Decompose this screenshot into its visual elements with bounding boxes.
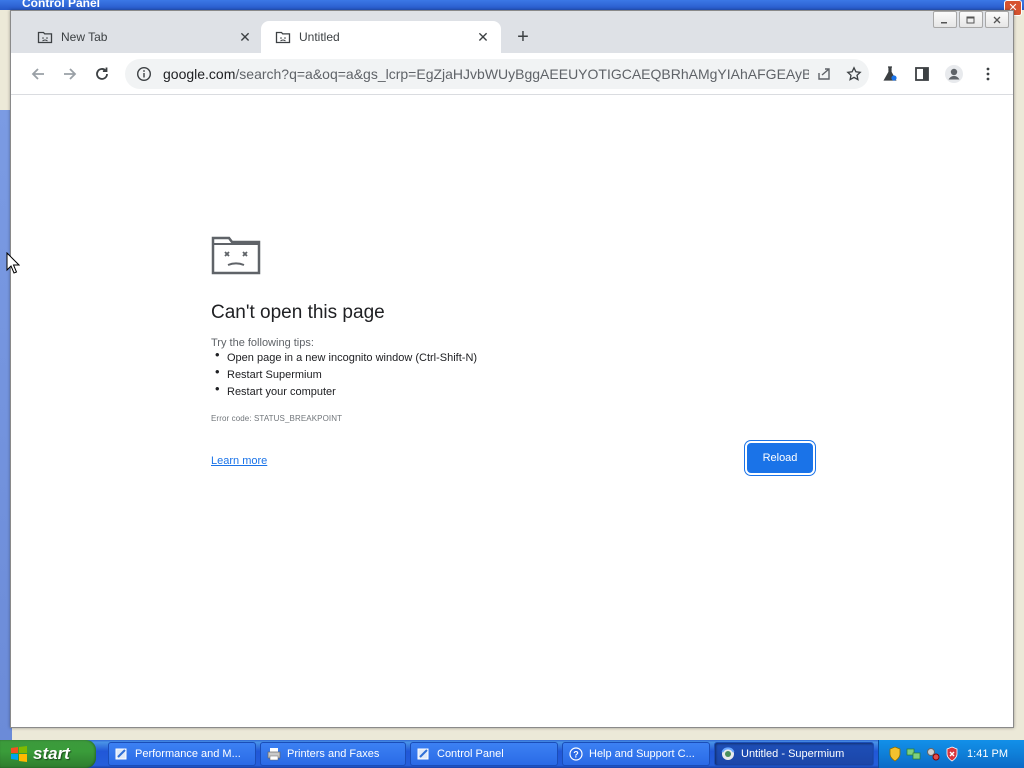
learn-more-link[interactable]: Learn more — [211, 455, 267, 467]
profile-button[interactable] — [941, 61, 967, 87]
browser-toolbar: google.com/search?q=a&oq=a&gs_lcrp=EgZja… — [11, 53, 1013, 95]
forward-button[interactable] — [57, 61, 83, 87]
taskbar-item-label: Help and Support C... — [589, 748, 695, 760]
error-code: Error code: STATUS_BREAKPOINT — [211, 414, 343, 423]
taskbar: start Performance and M... Printers and … — [0, 740, 1024, 768]
window-controls — [933, 11, 1009, 29]
tab-close-icon[interactable]: ✕ — [475, 29, 491, 45]
tab-untitled[interactable]: Untitled ✕ — [261, 21, 501, 53]
menu-button[interactable] — [975, 61, 1001, 87]
kebab-menu-icon — [986, 67, 990, 81]
windows-logo-icon — [10, 745, 28, 763]
tips-list: Open page in a new incognito window (Ctr… — [215, 346, 477, 401]
error-title: Can't open this page — [211, 302, 385, 323]
url-host: google.com — [163, 66, 236, 82]
url-path: /search?q=a&oq=a&gs_lcrp=EgZjaHJvbWUyBgg… — [235, 66, 809, 82]
sad-folder-icon — [211, 234, 261, 281]
star-icon — [846, 66, 862, 81]
minimize-icon — [941, 21, 947, 23]
refresh-icon — [96, 67, 108, 80]
taskbar-item-label: Control Panel — [437, 748, 504, 760]
tab-label: New Tab — [61, 30, 108, 44]
background-window-titlebar[interactable]: Control Panel — [0, 0, 1024, 10]
tab-label: Untitled — [299, 30, 340, 44]
supermium-icon — [721, 747, 735, 761]
restore-icon — [966, 16, 975, 23]
flask-icon — [883, 66, 897, 81]
security-shield-icon[interactable] — [887, 746, 903, 762]
printer-icon — [267, 747, 281, 761]
info-icon[interactable] — [133, 63, 155, 85]
share-button[interactable] — [809, 61, 839, 87]
sad-folder-icon — [275, 29, 291, 45]
browser-window: New Tab ✕ Untitled ✕ + google.com/search… — [10, 10, 1014, 728]
clock: 1:41 PM — [967, 748, 1008, 760]
security-alert-icon[interactable] — [944, 746, 960, 762]
tip-item: Restart Supermium — [215, 363, 477, 384]
taskbar-item-supermium[interactable]: Untitled - Supermium — [714, 742, 874, 766]
minimize-button[interactable] — [933, 11, 957, 28]
taskbar-item-printers[interactable]: Printers and Faxes — [260, 742, 406, 766]
system-tray: 1:41 PM — [878, 740, 1024, 768]
svg-text:?: ? — [573, 750, 579, 760]
taskbar-item-label: Printers and Faxes — [287, 748, 380, 760]
control-panel-icon — [115, 747, 129, 761]
start-button[interactable]: start — [0, 740, 96, 768]
labs-button[interactable] — [877, 61, 903, 87]
help-icon: ? — [569, 747, 583, 761]
tab-new-tab[interactable]: New Tab ✕ — [23, 21, 263, 53]
bookmark-button[interactable] — [839, 61, 869, 87]
side-panel-icon — [915, 67, 929, 81]
error-page: Can't open this page Try the following t… — [11, 96, 1013, 727]
tips-intro: Try the following tips: — [211, 337, 314, 349]
address-bar[interactable]: google.com/search?q=a&oq=a&gs_lcrp=EgZja… — [125, 59, 869, 89]
new-tab-button[interactable]: + — [511, 25, 535, 49]
settings-gears-icon[interactable] — [925, 746, 941, 762]
profile-avatar-icon — [945, 65, 963, 83]
url-text[interactable]: google.com/search?q=a&oq=a&gs_lcrp=EgZja… — [163, 66, 809, 82]
background-window-title: Control Panel — [22, 0, 101, 10]
close-icon — [993, 16, 1001, 23]
reload-button[interactable]: Reload — [747, 443, 813, 473]
tip-item: Restart your computer — [215, 380, 477, 401]
sad-folder-icon — [37, 29, 53, 45]
restore-button[interactable] — [959, 11, 983, 28]
back-button[interactable] — [25, 61, 51, 87]
back-arrow-icon — [31, 68, 44, 80]
control-panel-icon — [417, 747, 431, 761]
start-label: start — [33, 744, 70, 763]
tab-strip: New Tab ✕ Untitled ✕ + — [11, 11, 1013, 53]
taskbar-item-help[interactable]: ? Help and Support C... — [562, 742, 710, 766]
side-panel-button[interactable] — [909, 61, 935, 87]
mouse-cursor-icon — [6, 251, 21, 279]
share-icon — [818, 68, 830, 80]
tip-item: Open page in a new incognito window (Ctr… — [215, 346, 477, 367]
reload-toolbar-button[interactable] — [89, 61, 115, 87]
tab-close-icon[interactable]: ✕ — [237, 29, 253, 45]
network-icon[interactable] — [906, 746, 922, 762]
taskbar-item-performance[interactable]: Performance and M... — [108, 742, 256, 766]
taskbar-item-label: Untitled - Supermium — [741, 748, 845, 760]
taskbar-item-label: Performance and M... — [135, 748, 241, 760]
forward-arrow-icon — [64, 68, 77, 80]
close-button[interactable] — [985, 11, 1009, 28]
taskbar-item-control-panel[interactable]: Control Panel — [410, 742, 558, 766]
